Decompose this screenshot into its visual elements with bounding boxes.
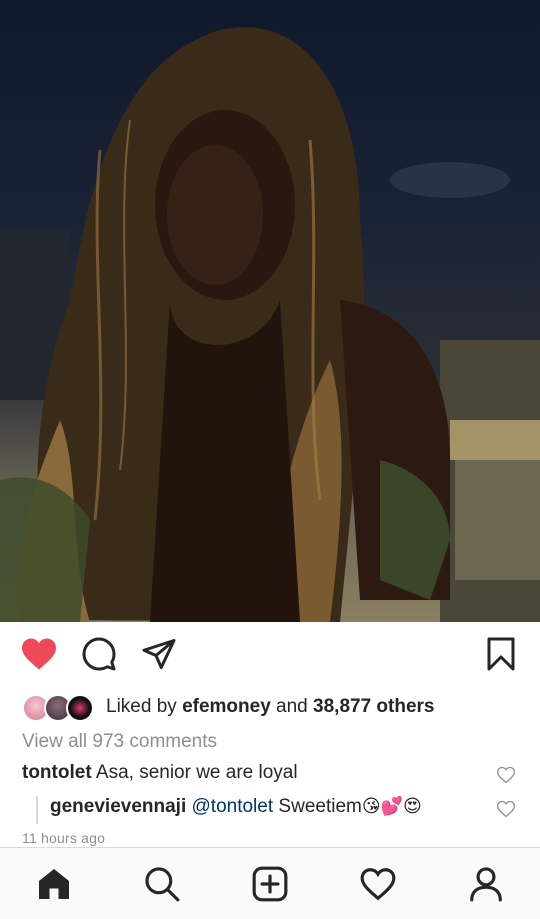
comment-button[interactable] (79, 634, 119, 674)
comment-text: Sweetiem (278, 796, 362, 817)
tab-new-post[interactable] (250, 864, 290, 904)
share-icon (142, 639, 176, 669)
post-timestamp: 11 hours ago (22, 830, 106, 846)
comment-username[interactable]: tontolet (22, 762, 92, 783)
bottom-tab-bar (0, 847, 540, 919)
heart-filled-icon (22, 638, 56, 670)
comment-like-icon[interactable] (496, 765, 516, 785)
post-actions (0, 622, 540, 690)
profile-icon (470, 867, 502, 902)
tab-profile[interactable] (466, 864, 506, 904)
comment-text: Asa, senior we are loyal (95, 762, 298, 783)
new-post-icon (252, 866, 288, 902)
likes-summary[interactable]: Liked by efemoney and 38,877 others (22, 690, 435, 724)
comment-mention[interactable]: @tontolet (192, 796, 274, 817)
share-button[interactable] (139, 634, 179, 674)
reply-thread-line (36, 796, 38, 824)
post-photo-art (0, 27, 540, 622)
comment-like-icon[interactable] (496, 799, 516, 819)
likes-username[interactable]: efemoney (182, 696, 271, 717)
likes-text: Liked by efemoney and 38,877 others (106, 696, 435, 718)
comment: tontolet Asa, senior we are loyal (22, 762, 298, 784)
view-all-comments-link[interactable]: View all 973 comments (22, 731, 217, 753)
likes-prefix: Liked by (106, 696, 177, 717)
comment-emojis: 😘💕😍 (361, 796, 422, 816)
search-icon (145, 867, 180, 902)
activity-icon (360, 868, 396, 901)
liker-avatars (22, 692, 96, 722)
like-button[interactable] (19, 634, 59, 674)
avatar (66, 694, 94, 722)
save-button[interactable] (481, 634, 521, 674)
tab-activity[interactable] (358, 864, 398, 904)
comment-icon (82, 637, 116, 671)
tab-home[interactable] (34, 864, 74, 904)
tab-search[interactable] (142, 864, 182, 904)
comment-username[interactable]: genevievennaji (50, 796, 186, 817)
bookmark-icon (487, 637, 515, 671)
likes-count[interactable]: 38,877 others (313, 696, 434, 717)
likes-joiner: and (276, 696, 308, 717)
comment-reply: genevievennaji @tontolet Sweetiem😘💕😍 (50, 796, 422, 818)
post-photo[interactable] (0, 0, 540, 622)
home-icon (39, 869, 69, 899)
